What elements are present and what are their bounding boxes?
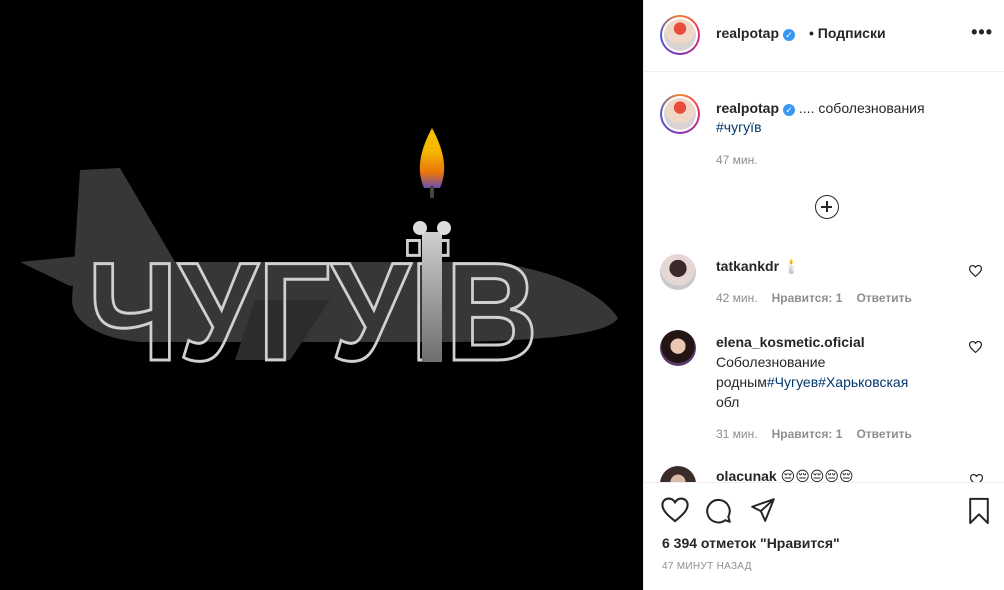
comment-like-heart-icon[interactable] [970, 474, 983, 482]
caption-text: .... соболезнования [798, 100, 925, 116]
comment-text: обл [716, 394, 740, 410]
comment-text: родным [716, 374, 767, 390]
reply-button[interactable]: Ответить [856, 427, 911, 441]
comment-username[interactable]: tatkankdr [716, 258, 779, 274]
comment-hashtag[interactable]: #Чугуев [767, 374, 818, 390]
caption-username[interactable]: realpotap [716, 100, 779, 116]
bookmark-icon[interactable] [968, 497, 990, 525]
comment: tatkankdr 🕯️ [716, 256, 946, 276]
candle-body [422, 232, 442, 362]
comment-time[interactable]: 42 мин. [716, 291, 758, 305]
post-caption: realpotap ✓ .... соболезнования #чугуїв [716, 99, 986, 137]
post-modal: ЧУГУЇВ realpotap ✓ • Подписки ••• realpot… [0, 0, 1004, 590]
reply-button[interactable]: Ответить [856, 291, 911, 305]
comment-meta: 31 мин. Нравится: 1 Ответить [716, 427, 912, 441]
comment-icon[interactable] [705, 497, 732, 524]
post-actions: 6 394 отметок "Нравится" 47 МИНУТ НАЗАД [644, 482, 1004, 590]
comment-hashtag[interactable]: #Харьковская [818, 374, 908, 390]
comment-text: 🕯️ [782, 258, 801, 274]
comment-like-heart-icon[interactable] [969, 265, 982, 277]
post-sidebar: realpotap ✓ • Подписки ••• realpotap ✓ ...… [643, 0, 1004, 590]
city-name-letters: ЧУГУЇВ [87, 232, 540, 392]
comment-meta: 42 мин. Нравится: 1 Ответить [716, 291, 912, 305]
author-username[interactable]: realpotap ✓ [716, 25, 796, 41]
post-header: realpotap ✓ • Подписки ••• [644, 0, 1004, 72]
candle-flame [419, 128, 445, 188]
comment-username[interactable]: elena_kosmetic.oficial [716, 334, 865, 350]
author-avatar[interactable] [660, 15, 700, 55]
caption-avatar[interactable] [660, 94, 700, 134]
comment-like-heart-icon[interactable] [969, 341, 982, 353]
more-horizontal-icon[interactable]: ••• [971, 22, 993, 43]
comment-username[interactable]: olacunak [716, 468, 777, 482]
post-timestamp[interactable]: 47 МИНУТ НАЗАД [662, 561, 752, 572]
add-comment-icon[interactable] [815, 195, 839, 219]
commenter-avatar[interactable] [660, 330, 696, 366]
share-icon[interactable] [750, 497, 776, 523]
post-image-artwork: ЧУГУЇВ [20, 128, 618, 392]
following-button[interactable]: • Подписки [809, 25, 886, 41]
candle-wick [430, 186, 434, 198]
verified-badge-icon: ✓ [783, 29, 796, 41]
caption-time[interactable]: 47 мин. [716, 153, 758, 167]
comment: olacunak 😔😔😔😔😔 [716, 466, 946, 482]
caption-hashtag[interactable]: #чугуїв [716, 119, 762, 135]
comment: elena_kosmetic.oficial Соболезнование ро… [716, 332, 946, 412]
comment-clipped: olacunak 😔😔😔😔😔 [644, 462, 1004, 482]
verified-badge-icon: ✓ [783, 104, 796, 116]
commenter-avatar[interactable] [660, 466, 696, 482]
likes-count[interactable]: 6 394 отметок "Нравится" [662, 535, 840, 551]
comment-text: Соболезнование [716, 354, 826, 370]
comment-likes[interactable]: Нравится: 1 [772, 291, 843, 305]
comment-likes[interactable]: Нравится: 1 [772, 427, 843, 441]
comment-text: 😔😔😔😔😔 [780, 468, 854, 482]
post-image[interactable]: ЧУГУЇВ [0, 0, 643, 590]
heart-icon[interactable] [661, 497, 689, 523]
comment-time[interactable]: 31 мин. [716, 427, 758, 441]
commenter-avatar[interactable] [660, 254, 696, 290]
city-name-text: ЧУГУЇВ [88, 233, 538, 390]
